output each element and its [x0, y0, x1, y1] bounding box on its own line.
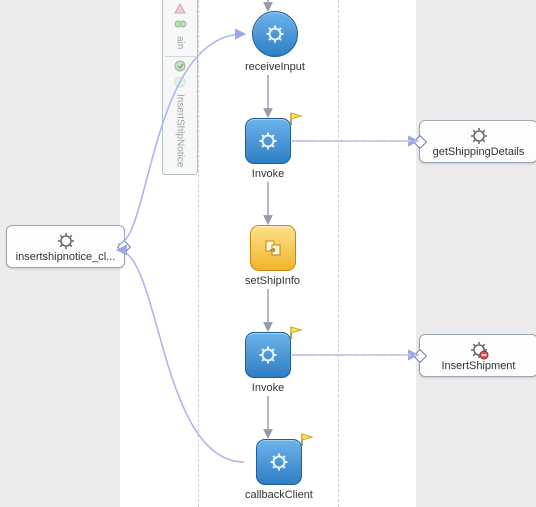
receive-label: receiveInput: [245, 61, 305, 73]
callback-icon: [256, 439, 302, 485]
invoke-activity-1[interactable]: Invoke: [245, 118, 291, 180]
palette-divider: [165, 56, 195, 57]
flag-icon: [289, 326, 303, 340]
tool-palette: ain InsertShipNotice: [162, 0, 198, 175]
partner-link-left[interactable]: insertshipnotice_cl...: [6, 225, 125, 268]
receive-activity[interactable]: receiveInput: [245, 11, 305, 73]
partner-right2-label: InsertShipment: [442, 360, 516, 372]
palette-group-label-bottom: InsertShipNotice: [175, 90, 186, 173]
flag-icon: [289, 112, 303, 126]
palette-group-label-top: ain: [175, 32, 186, 55]
palette-icon-2[interactable]: [163, 16, 197, 32]
swimlane-border-right: [338, 0, 339, 507]
swimlane-border-left: [198, 0, 199, 507]
gear-icon: [469, 126, 489, 146]
partner-right1-label: getShippingDetails: [433, 146, 525, 158]
callback-label: callbackClient: [245, 489, 313, 501]
partner-left-label: insertshipnotice_cl...: [16, 251, 116, 263]
invoke-label-2: Invoke: [252, 382, 284, 394]
partner-link-right-2[interactable]: InsertShipment: [419, 334, 536, 377]
palette-icon-1[interactable]: [163, 0, 197, 16]
partner-link-right-1[interactable]: getShippingDetails: [419, 120, 536, 163]
gear-icon: [469, 340, 489, 360]
invoke-activity-2[interactable]: Invoke: [245, 332, 291, 394]
palette-icon-4[interactable]: [163, 74, 197, 90]
invoke-icon: [245, 118, 291, 164]
invoke-label-1: Invoke: [252, 168, 284, 180]
assign-icon: [250, 225, 296, 271]
gear-icon: [56, 231, 76, 251]
receive-icon: [252, 11, 298, 57]
palette-icon-3[interactable]: [163, 58, 197, 74]
invoke-icon: [245, 332, 291, 378]
assign-label: setShipInfo: [245, 275, 300, 287]
callback-activity[interactable]: callbackClient: [245, 439, 313, 501]
flag-icon: [300, 433, 314, 447]
assign-activity[interactable]: setShipInfo: [245, 225, 300, 287]
